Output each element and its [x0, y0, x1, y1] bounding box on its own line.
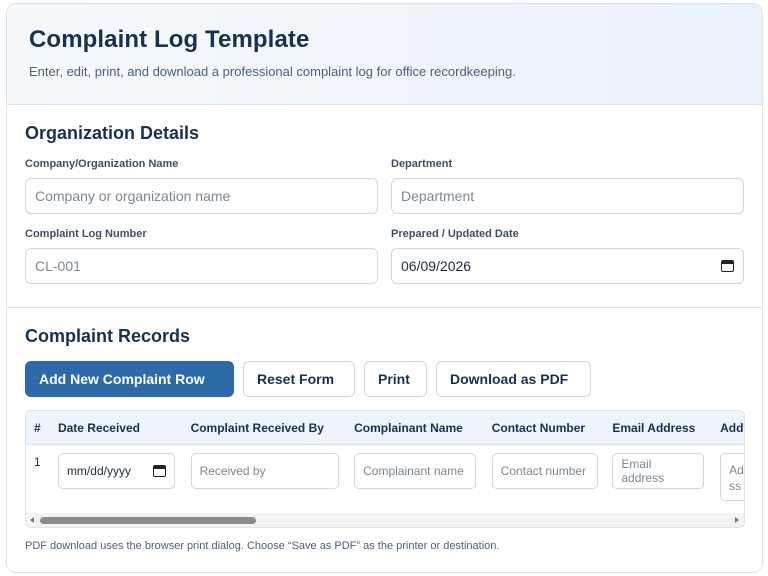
records-toolbar: Add New Complaint Row Reset Form Print D…	[25, 361, 744, 397]
scrollbar-thumb[interactable]	[40, 517, 256, 524]
date-input[interactable]: 06/09/2026	[391, 248, 744, 284]
row-number-cell: 1	[26, 453, 58, 503]
company-input[interactable]: Company or organization name	[25, 178, 378, 214]
horizontal-scrollbar[interactable]	[26, 513, 744, 527]
column-header-address: Add	[720, 420, 744, 435]
page-title: Complaint Log Template	[29, 26, 310, 53]
organization-details-section: Organization Details Company/Organizatio…	[7, 105, 762, 308]
table-row: 1 mm/dd/yyyy Received by Complainant nam…	[26, 445, 744, 503]
organization-heading: Organization Details	[25, 123, 200, 143]
date-field: Prepared / Updated Date 06/09/2026	[391, 228, 744, 284]
add-complaint-row-button[interactable]: Add New Complaint Row	[25, 361, 234, 397]
complainant-name-placeholder: Complainant name	[363, 464, 464, 478]
date-received-input[interactable]: mm/dd/yyyy	[57, 453, 175, 489]
calendar-icon[interactable]	[721, 260, 734, 272]
address-input[interactable]: Ad ss	[720, 453, 744, 501]
complaint-log-card: Complaint Log Template Enter, edit, prin…	[6, 3, 763, 573]
address-cell: Ad ss	[720, 453, 744, 503]
contact-number-input[interactable]: Contact number	[491, 453, 598, 489]
log-number-value: CL-001	[35, 258, 81, 274]
print-button[interactable]: Print	[364, 361, 427, 397]
date-received-cell: mm/dd/yyyy	[57, 453, 191, 503]
company-field: Company/Organization Name Company or org…	[25, 158, 378, 214]
page-subtitle: Enter, edit, print, and download a profe…	[29, 64, 516, 79]
column-header-email-address: Email Address	[612, 420, 696, 435]
received-by-cell: Received by	[190, 453, 355, 503]
department-placeholder: Department	[401, 188, 475, 204]
company-label: Company/Organization Name	[25, 158, 179, 170]
address-placeholder: Ad ss	[729, 463, 744, 493]
log-number-field: Complaint Log Number CL-001	[25, 228, 378, 284]
email-address-cell: Email address	[612, 453, 720, 503]
email-address-placeholder: Email address	[621, 457, 665, 485]
complainant-name-cell: Complainant name	[354, 453, 492, 503]
department-input[interactable]: Department	[391, 178, 744, 214]
reset-form-button[interactable]: Reset Form	[243, 361, 355, 397]
department-field: Department Department	[391, 158, 744, 214]
scroll-right-arrow-icon[interactable]	[735, 517, 739, 523]
calendar-icon[interactable]	[152, 465, 166, 477]
log-number-label: Complaint Log Number	[25, 228, 147, 240]
column-header-date-received: Date Received	[57, 420, 140, 435]
records-heading: Complaint Records	[25, 326, 191, 346]
department-label: Department	[391, 158, 453, 170]
date-value: 06/09/2026	[401, 258, 472, 274]
date-received-placeholder: mm/dd/yyyy	[66, 464, 131, 478]
download-pdf-button[interactable]: Download as PDF	[436, 361, 591, 397]
complaint-table: # Date Received Complaint Received By Co…	[25, 410, 745, 528]
column-header-number: #	[34, 420, 41, 435]
log-number-input[interactable]: CL-001	[25, 248, 378, 284]
contact-number-cell: Contact number	[491, 453, 613, 503]
complainant-name-input[interactable]: Complainant name	[354, 453, 477, 489]
column-header-received-by: Complaint Received By	[190, 420, 324, 435]
pdf-download-note: PDF download uses the browser print dial…	[25, 540, 500, 552]
company-placeholder: Company or organization name	[35, 188, 231, 204]
page-header: Complaint Log Template Enter, edit, prin…	[7, 4, 762, 105]
table-header: # Date Received Complaint Received By Co…	[26, 411, 744, 445]
contact-number-placeholder: Contact number	[500, 464, 587, 478]
date-label: Prepared / Updated Date	[391, 228, 519, 240]
row-number: 1	[34, 455, 41, 469]
email-address-input[interactable]: Email address	[612, 453, 705, 489]
column-header-complainant-name: Complainant Name	[354, 420, 463, 435]
complaint-records-section: Complaint Records Add New Complaint Row …	[7, 308, 762, 552]
column-header-contact-number: Contact Number	[491, 420, 586, 435]
scroll-left-arrow-icon[interactable]	[30, 517, 34, 523]
received-by-placeholder: Received by	[199, 464, 266, 478]
received-by-input[interactable]: Received by	[190, 453, 339, 489]
